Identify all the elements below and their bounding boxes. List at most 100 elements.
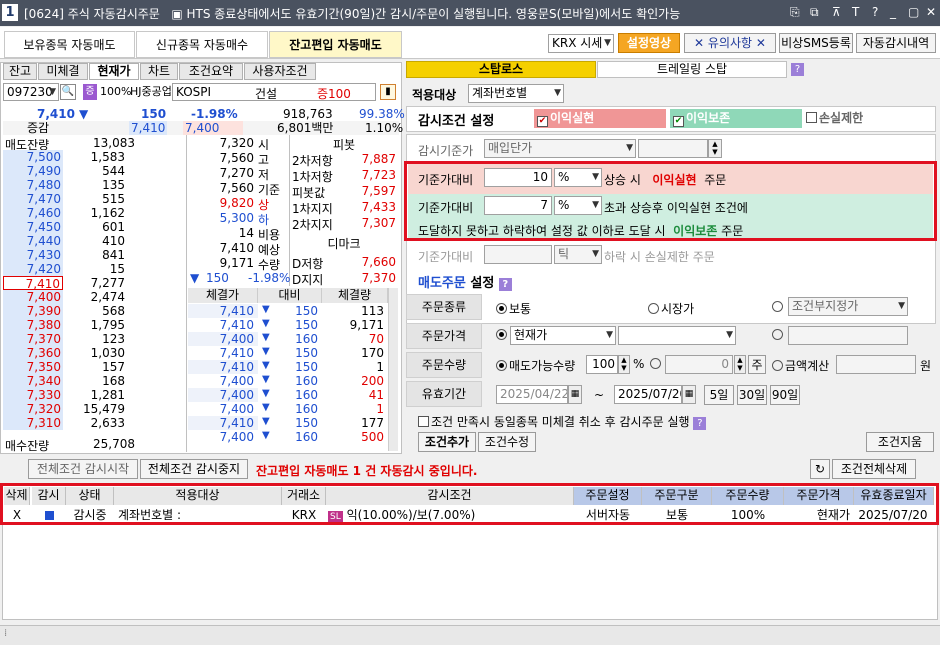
- radio-conditional[interactable]: [772, 300, 785, 314]
- radio-on-icon[interactable]: [496, 329, 507, 340]
- tab-holding-autosell[interactable]: 보유종목 자동매도: [4, 31, 135, 58]
- calendar-icon[interactable]: ▦: [682, 385, 696, 404]
- cond-edit-button[interactable]: 조건수정: [478, 432, 536, 452]
- radio-price-manual[interactable]: [772, 328, 785, 342]
- delete-all-button[interactable]: 조건전체삭제: [832, 459, 916, 479]
- checkbox-icon[interactable]: [418, 416, 429, 427]
- refresh-icon[interactable]: ↻: [810, 459, 830, 479]
- market-select[interactable]: KRX 시세: [548, 34, 614, 53]
- spinner-icon[interactable]: ▲ ▼: [734, 355, 746, 374]
- valid-from-input[interactable]: 2025/04/22: [496, 385, 568, 404]
- copy-icon[interactable]: ⧉: [810, 5, 819, 20]
- price-type-select[interactable]: 현재가: [510, 326, 616, 345]
- calendar-icon[interactable]: ▦: [568, 385, 582, 404]
- conditional-select[interactable]: 조건부지정가: [788, 297, 908, 316]
- radio-icon[interactable]: [772, 360, 783, 371]
- trade-qty: 500: [361, 430, 384, 444]
- sms-register-button[interactable]: 비상SMS등록: [779, 33, 853, 53]
- cond-add-button[interactable]: 조건추가: [418, 432, 476, 452]
- manual-price-input[interactable]: [788, 326, 908, 345]
- base-select[interactable]: 매입단가: [484, 139, 636, 158]
- info-value: 9,820: [219, 196, 254, 210]
- monitor-stop-button[interactable]: 전체조건 감시중지: [140, 459, 248, 479]
- valid-90day-button[interactable]: 90일: [770, 385, 800, 405]
- tab-stoploss[interactable]: 스탑로스: [406, 61, 596, 78]
- pivot-label: 1차저항: [292, 170, 333, 184]
- sector-label: 건설: [255, 87, 278, 101]
- loss-unit-select[interactable]: 틱: [554, 245, 602, 264]
- stock-code-input[interactable]: 097230: [3, 83, 59, 101]
- help-icon[interactable]: ?: [498, 278, 512, 291]
- title-bar: 1 [0624] 주식 자동감시주문 ▣ HTS 종료상태에서도 유효기간(90…: [0, 0, 940, 26]
- qty-shares-input[interactable]: 0: [665, 355, 733, 374]
- tab-chart[interactable]: 차트: [140, 63, 178, 80]
- tab-trailing-stop[interactable]: 트레일링 스탑: [597, 61, 787, 78]
- profit-value-input[interactable]: 10: [484, 168, 552, 187]
- loss-value-input[interactable]: [484, 245, 552, 264]
- profit-unit-select[interactable]: %: [554, 168, 602, 187]
- radio-market[interactable]: 시장가: [648, 300, 694, 317]
- radio-icon[interactable]: [772, 301, 783, 312]
- quote-line: 7,410 ▼ 150 -1.98% 918,763 99.38%: [3, 107, 405, 121]
- preserve-value-input[interactable]: 7: [484, 196, 552, 215]
- tab-cond-summary[interactable]: 조건요약: [179, 63, 243, 80]
- restore-icon[interactable]: ▢: [908, 5, 919, 19]
- amount-input[interactable]: [836, 355, 916, 374]
- ask-qty: 1,162: [90, 206, 125, 220]
- setting-video-button[interactable]: 설정영상: [618, 33, 680, 53]
- tab-user-cond[interactable]: 사용자조건: [244, 63, 316, 80]
- spinner-icon[interactable]: ▲ ▼: [618, 355, 630, 374]
- search-icon[interactable]: 🔍: [60, 84, 76, 100]
- price-sub-select[interactable]: [618, 326, 736, 345]
- ask-qty: 601: [102, 220, 125, 234]
- shares-button[interactable]: 주: [748, 355, 766, 374]
- radio-qty[interactable]: [650, 357, 663, 371]
- target-select[interactable]: 계좌번호별: [468, 84, 564, 103]
- minimize-icon[interactable]: _: [890, 5, 896, 19]
- cancel-checkbox[interactable]: 조건 만족시 동일종목 미체결 취소 후 감시주문 실행 ?: [418, 413, 707, 430]
- valid-30day-button[interactable]: 30일: [737, 385, 767, 405]
- close-icon[interactable]: ✕: [926, 5, 936, 19]
- checkbox-checked-icon[interactable]: ✔: [537, 116, 548, 127]
- tab-balance-autosell[interactable]: 잔고편입 자동매도: [269, 31, 402, 58]
- loss-option[interactable]: 손실제한: [804, 109, 932, 128]
- caution-button[interactable]: ✕ 유의사항 ✕: [684, 33, 776, 53]
- tab-current-price[interactable]: 현재가: [89, 63, 139, 80]
- auto-history-button[interactable]: 자동감시내역: [856, 33, 936, 53]
- memo-icon[interactable]: ▮: [380, 84, 396, 100]
- trade-qty: 200: [361, 374, 384, 388]
- tab-unfilled[interactable]: 미체결: [38, 63, 88, 80]
- spinner-icon[interactable]: ▲ ▼: [708, 139, 722, 158]
- radio-icon[interactable]: [772, 329, 783, 340]
- pin-icon[interactable]: ⊼: [832, 5, 841, 19]
- checkbox-checked-icon[interactable]: ✔: [673, 116, 684, 127]
- qty-pct-input[interactable]: 100: [586, 355, 618, 374]
- radio-on-icon[interactable]: [496, 360, 507, 371]
- help-icon[interactable]: ?: [791, 63, 804, 76]
- radio-on-icon[interactable]: [496, 303, 507, 314]
- base-price-input[interactable]: [638, 139, 708, 158]
- checkbox-icon[interactable]: [806, 112, 817, 123]
- help-icon[interactable]: ?: [872, 5, 878, 19]
- font-icon[interactable]: T: [852, 5, 859, 19]
- trade-scrollbar[interactable]: [388, 288, 398, 451]
- tab-balance[interactable]: 잔고: [3, 63, 37, 80]
- radio-icon[interactable]: [650, 358, 661, 369]
- bid-qty: 1,281: [90, 388, 125, 402]
- radio-amount[interactable]: 금액계산: [772, 357, 829, 374]
- radio-price[interactable]: [496, 328, 509, 342]
- radio-sellable[interactable]: 매도가능수량: [496, 357, 575, 374]
- help-icon[interactable]: ?: [693, 417, 707, 430]
- tab-new-autobuy[interactable]: 신규종목 자동매수: [136, 31, 268, 58]
- radio-normal[interactable]: 보통: [496, 300, 531, 317]
- link-icon[interactable]: ⎘: [790, 5, 800, 20]
- monitor-start-button[interactable]: 전체조건 감시시작: [28, 459, 138, 479]
- preserve-unit-select[interactable]: %: [554, 196, 602, 215]
- valid-5day-button[interactable]: 5일: [704, 385, 734, 405]
- radio-icon[interactable]: [648, 303, 659, 314]
- cond-delete-button[interactable]: 조건지움: [866, 432, 934, 452]
- valid-to-input[interactable]: 2025/07/20: [614, 385, 682, 404]
- preserve-option[interactable]: ✔ 이익보존: [670, 109, 802, 128]
- profit-option[interactable]: ✔ 이익실현: [534, 109, 666, 128]
- info-value: 7,560: [219, 151, 254, 165]
